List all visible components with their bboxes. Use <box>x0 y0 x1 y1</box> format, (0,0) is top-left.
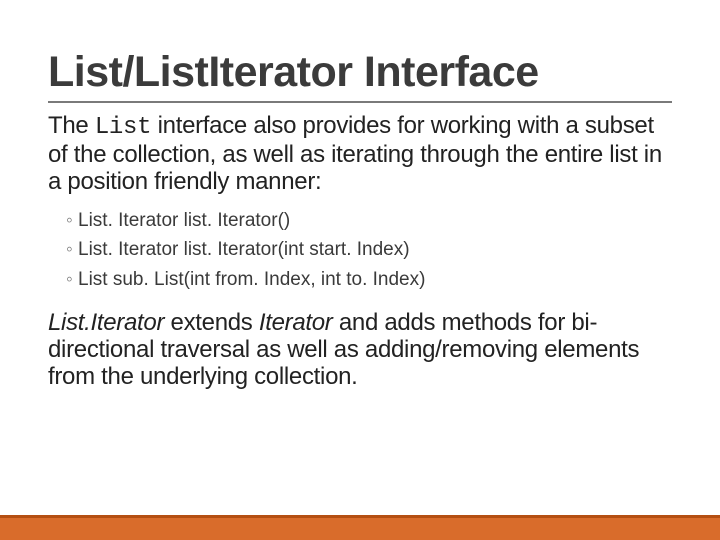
para2-mid1: extends <box>164 309 259 336</box>
closing-paragraph: List.Iterator extends Iterator and adds … <box>48 310 672 391</box>
para1-pre: The <box>48 112 95 139</box>
slide-title: List/ListIterator Interface <box>48 50 672 95</box>
para1-code: List <box>95 114 151 141</box>
list-item: List. Iterator list. Iterator(int start.… <box>66 235 672 264</box>
intro-paragraph: The List interface also provides for wor… <box>48 113 672 196</box>
slide: List/ListIterator Interface The List int… <box>0 0 720 540</box>
list-item: List sub. List(int from. Index, int to. … <box>66 265 672 294</box>
title-rule <box>48 101 672 103</box>
para2-em1: List.Iterator <box>48 309 164 336</box>
method-list: List. Iterator list. Iterator() List. It… <box>48 206 672 294</box>
para2-em2: Iterator <box>259 309 333 336</box>
list-item: List. Iterator list. Iterator() <box>66 206 672 235</box>
footer-bar <box>0 518 720 540</box>
